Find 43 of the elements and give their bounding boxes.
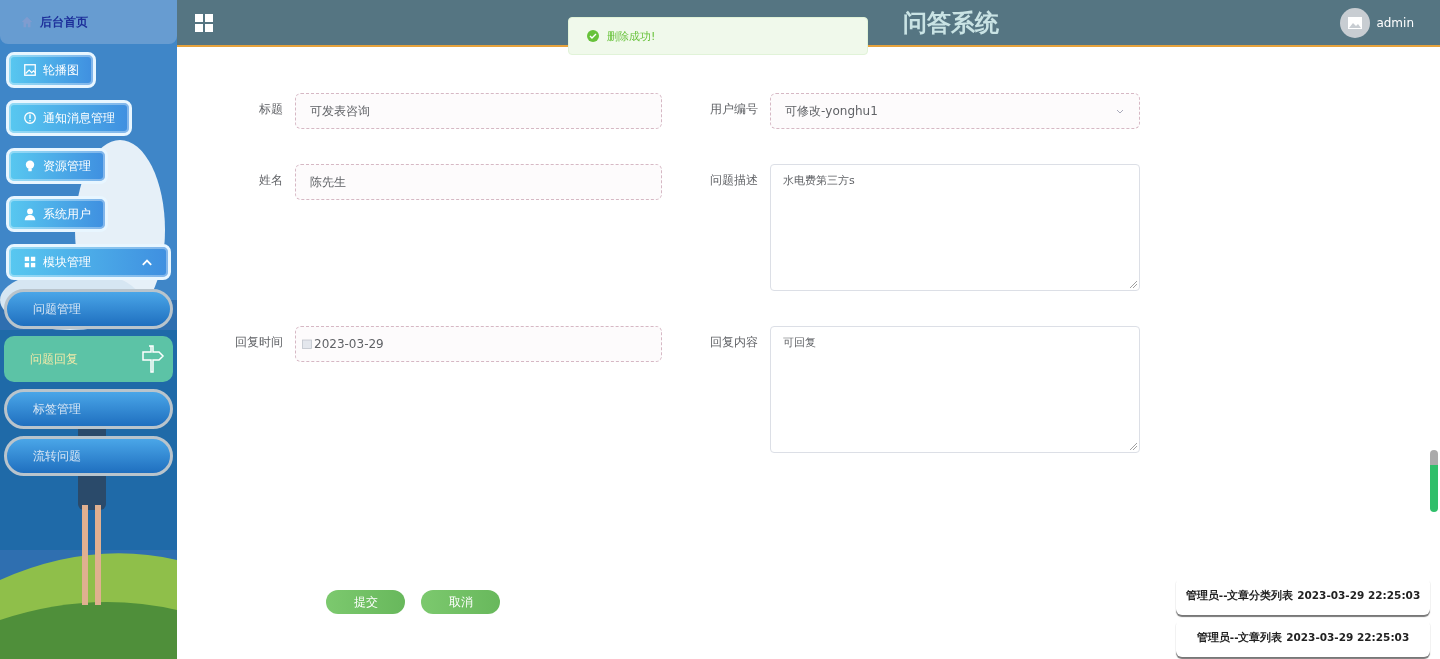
grid-icon [23,255,37,269]
scrollbar[interactable] [1430,450,1438,512]
resize-grip-icon [1129,442,1137,450]
menu-item[interactable]: 资源管理 [6,148,108,184]
field-label: 用户编号 [709,101,758,118]
image-icon [23,63,37,77]
field-label: 问题描述 [709,172,758,189]
username[interactable]: admin [1376,15,1414,30]
field-label: 回复内容 [709,334,758,351]
field-label: 姓名 [258,172,283,189]
check-circle-icon [587,30,599,42]
menu-item[interactable]: 模块管理 [6,244,171,280]
submit-button[interactable]: 提交 [326,590,405,614]
calendar-icon [302,339,312,349]
bulb-icon [23,159,37,173]
menu-icon[interactable] [195,13,213,32]
select-field[interactable]: 可修改-yonghu1 [770,93,1140,129]
menu-item[interactable]: 通知消息管理 [6,100,132,136]
input-field[interactable]: 陈先生 [295,164,662,200]
submenu-item[interactable]: 问题管理 [4,289,173,329]
submenu-item[interactable]: 流转问题 [4,436,173,476]
field-label: 回复时间 [234,334,283,351]
cancel-button[interactable]: 取消 [421,590,500,614]
signpost-icon [139,344,165,374]
log-entry: 管理员--文章列表 2023-03-29 22:25:03 [1176,619,1430,657]
date-field[interactable]: 2023-03-29 [295,326,662,362]
menu-item[interactable]: 系统用户 [6,196,108,232]
resize-grip-icon [1129,280,1137,288]
avatar-icon[interactable] [1340,7,1371,38]
textarea-field[interactable]: 可回复 [770,326,1140,453]
submenu-item[interactable]: 标签管理 [4,389,173,429]
log-entry: 管理员--文章分类列表 2023-03-29 22:25:03 [1176,577,1430,615]
field-label: 标题 [258,101,283,118]
input-field[interactable]: 可发表咨询 [295,93,662,129]
alert-icon [23,111,37,125]
user-icon [23,207,37,221]
menu-item[interactable]: 轮播图 [6,52,96,88]
textarea-field[interactable]: 水电费第三方s [770,164,1140,291]
system-title: 问答系统 [903,7,999,39]
home-menu-item[interactable]: 后台首页 [0,0,177,44]
toast-message: 删除成功! [607,28,656,44]
submenu-item[interactable]: 问题回复 [4,336,173,382]
home-icon [20,15,34,29]
